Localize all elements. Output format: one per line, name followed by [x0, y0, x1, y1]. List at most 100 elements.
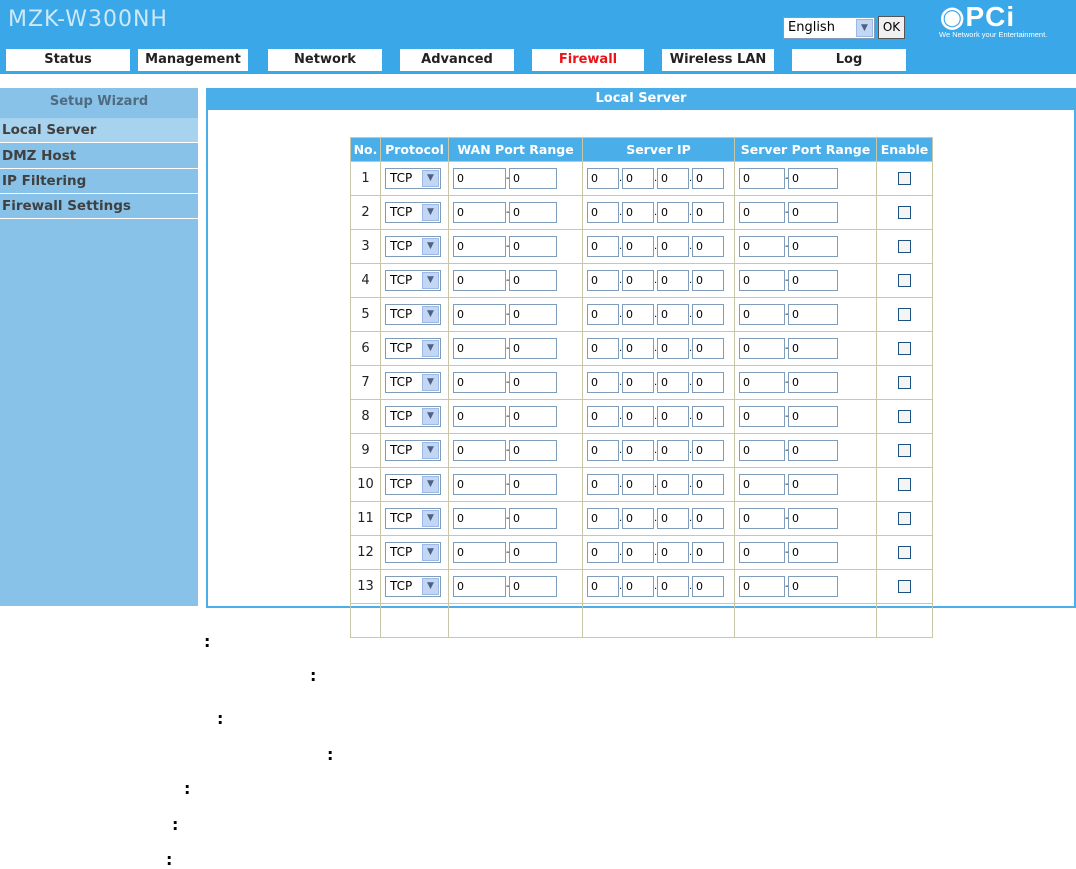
server-ip-octet-input[interactable]: 0: [657, 202, 689, 223]
wan-port-end-input[interactable]: 0: [509, 270, 557, 291]
server-ip-octet-input[interactable]: 0: [657, 508, 689, 529]
server-port-end-input[interactable]: 0: [788, 508, 838, 529]
server-port-end-input[interactable]: 0: [788, 474, 838, 495]
server-ip-octet-input[interactable]: 0: [622, 440, 654, 461]
wan-port-start-input[interactable]: 0: [453, 236, 506, 257]
server-ip-octet-input[interactable]: 0: [587, 372, 619, 393]
server-ip-octet-input[interactable]: 0: [692, 406, 724, 427]
server-ip-octet-input[interactable]: 0: [622, 270, 654, 291]
protocol-select[interactable]: TCP ▼: [385, 202, 441, 223]
server-ip-octet-input[interactable]: 0: [622, 508, 654, 529]
enable-checkbox[interactable]: [898, 172, 911, 185]
enable-checkbox[interactable]: [898, 410, 911, 423]
wan-port-start-input[interactable]: 0: [453, 372, 506, 393]
server-ip-octet-input[interactable]: 0: [622, 474, 654, 495]
protocol-select[interactable]: TCP ▼: [385, 576, 441, 597]
server-port-start-input[interactable]: 0: [739, 576, 785, 597]
server-ip-octet-input[interactable]: 0: [622, 406, 654, 427]
tab-firewall[interactable]: Firewall: [532, 49, 644, 71]
server-ip-octet-input[interactable]: 0: [657, 440, 689, 461]
server-ip-octet-input[interactable]: 0: [692, 338, 724, 359]
wan-port-start-input[interactable]: 0: [453, 270, 506, 291]
wan-port-end-input[interactable]: 0: [509, 440, 557, 461]
wan-port-end-input[interactable]: 0: [509, 236, 557, 257]
server-ip-octet-input[interactable]: 0: [657, 406, 689, 427]
server-port-end-input[interactable]: 0: [788, 338, 838, 359]
server-port-end-input[interactable]: 0: [788, 542, 838, 563]
server-port-end-input[interactable]: 0: [788, 270, 838, 291]
wan-port-end-input[interactable]: 0: [509, 542, 557, 563]
chevron-down-icon[interactable]: ▼: [422, 442, 439, 459]
server-ip-octet-input[interactable]: 0: [587, 440, 619, 461]
server-ip-octet-input[interactable]: 0: [622, 304, 654, 325]
server-port-start-input[interactable]: 0: [739, 270, 785, 291]
server-ip-octet-input[interactable]: 0: [657, 338, 689, 359]
protocol-select[interactable]: TCP ▼: [385, 304, 441, 325]
server-port-start-input[interactable]: 0: [739, 202, 785, 223]
chevron-down-icon[interactable]: ▼: [422, 204, 439, 221]
server-port-start-input[interactable]: 0: [739, 304, 785, 325]
enable-checkbox[interactable]: [898, 342, 911, 355]
protocol-select[interactable]: TCP ▼: [385, 338, 441, 359]
wan-port-end-input[interactable]: 0: [509, 304, 557, 325]
server-port-end-input[interactable]: 0: [788, 440, 838, 461]
chevron-down-icon[interactable]: ▼: [856, 19, 873, 37]
chevron-down-icon[interactable]: ▼: [422, 578, 439, 595]
server-ip-octet-input[interactable]: 0: [587, 236, 619, 257]
enable-checkbox[interactable]: [898, 206, 911, 219]
server-ip-octet-input[interactable]: 0: [692, 576, 724, 597]
wan-port-end-input[interactable]: 0: [509, 508, 557, 529]
chevron-down-icon[interactable]: ▼: [422, 544, 439, 561]
server-port-end-input[interactable]: 0: [788, 304, 838, 325]
server-ip-octet-input[interactable]: 0: [587, 338, 619, 359]
wan-port-start-input[interactable]: 0: [453, 338, 506, 359]
server-ip-octet-input[interactable]: 0: [622, 338, 654, 359]
server-ip-octet-input[interactable]: 0: [587, 542, 619, 563]
wan-port-end-input[interactable]: 0: [509, 372, 557, 393]
protocol-select[interactable]: TCP ▼: [385, 236, 441, 257]
chevron-down-icon[interactable]: ▼: [422, 238, 439, 255]
server-ip-octet-input[interactable]: 0: [587, 168, 619, 189]
server-ip-octet-input[interactable]: 0: [657, 270, 689, 291]
server-ip-octet-input[interactable]: 0: [692, 202, 724, 223]
server-ip-octet-input[interactable]: 0: [622, 576, 654, 597]
server-ip-octet-input[interactable]: 0: [622, 542, 654, 563]
server-ip-octet-input[interactable]: 0: [692, 440, 724, 461]
chevron-down-icon[interactable]: ▼: [422, 510, 439, 527]
server-port-start-input[interactable]: 0: [739, 372, 785, 393]
sidebar-item-dmz-host[interactable]: DMZ Host: [0, 144, 198, 169]
server-port-start-input[interactable]: 0: [739, 542, 785, 563]
tab-status[interactable]: Status: [6, 49, 130, 71]
tab-management[interactable]: Management: [138, 49, 248, 71]
chevron-down-icon[interactable]: ▼: [422, 306, 439, 323]
server-ip-octet-input[interactable]: 0: [622, 168, 654, 189]
sidebar-item-local-server[interactable]: Local Server: [0, 118, 198, 143]
tab-log[interactable]: Log: [792, 49, 906, 71]
server-ip-octet-input[interactable]: 0: [657, 474, 689, 495]
enable-checkbox[interactable]: [898, 376, 911, 389]
server-ip-octet-input[interactable]: 0: [657, 304, 689, 325]
server-port-end-input[interactable]: 0: [788, 236, 838, 257]
server-ip-octet-input[interactable]: 0: [657, 542, 689, 563]
server-ip-octet-input[interactable]: 0: [587, 474, 619, 495]
wan-port-start-input[interactable]: 0: [453, 440, 506, 461]
server-port-end-input[interactable]: 0: [788, 406, 838, 427]
protocol-select[interactable]: TCP ▼: [385, 168, 441, 189]
server-ip-octet-input[interactable]: 0: [587, 270, 619, 291]
chevron-down-icon[interactable]: ▼: [422, 170, 439, 187]
wan-port-start-input[interactable]: 0: [453, 304, 506, 325]
language-ok-button[interactable]: OK: [878, 16, 905, 39]
server-port-end-input[interactable]: 0: [788, 576, 838, 597]
server-ip-octet-input[interactable]: 0: [692, 236, 724, 257]
server-ip-octet-input[interactable]: 0: [692, 508, 724, 529]
server-ip-octet-input[interactable]: 0: [657, 236, 689, 257]
wan-port-start-input[interactable]: 0: [453, 406, 506, 427]
server-ip-octet-input[interactable]: 0: [657, 372, 689, 393]
chevron-down-icon[interactable]: ▼: [422, 272, 439, 289]
chevron-down-icon[interactable]: ▼: [422, 408, 439, 425]
server-ip-octet-input[interactable]: 0: [622, 236, 654, 257]
server-ip-octet-input[interactable]: 0: [587, 508, 619, 529]
enable-checkbox[interactable]: [898, 308, 911, 321]
server-ip-octet-input[interactable]: 0: [622, 202, 654, 223]
wan-port-end-input[interactable]: 0: [509, 202, 557, 223]
